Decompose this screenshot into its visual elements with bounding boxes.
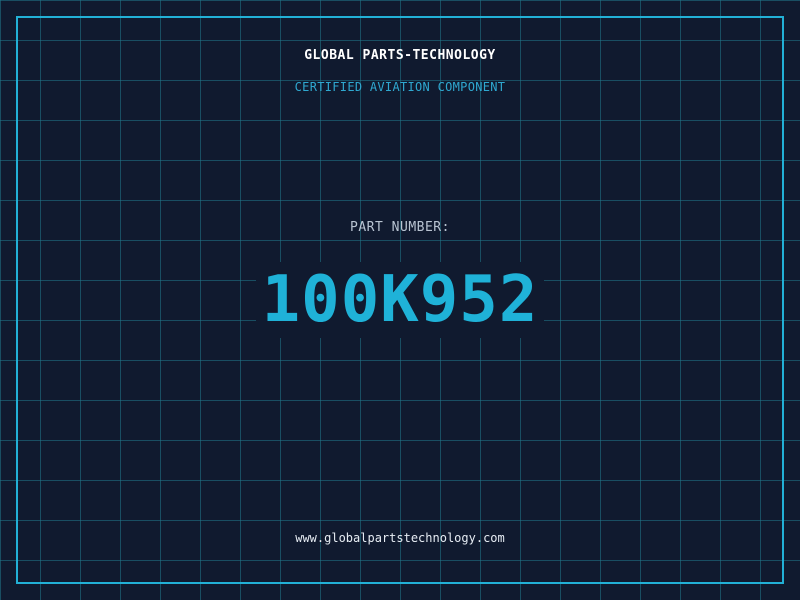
part-number-container: 100K952 bbox=[0, 262, 800, 338]
certification-tagline: CERTIFIED AVIATION COMPONENT bbox=[294, 80, 506, 94]
label-card: GLOBAL PARTS-TECHNOLOGY CERTIFIED AVIATI… bbox=[0, 0, 800, 600]
company-name: GLOBAL PARTS-TECHNOLOGY bbox=[304, 48, 496, 63]
website-url: www.globalpartstechnology.com bbox=[295, 531, 505, 545]
part-number-label: PART NUMBER: bbox=[350, 220, 450, 235]
part-number-value: 100K952 bbox=[255, 262, 545, 338]
